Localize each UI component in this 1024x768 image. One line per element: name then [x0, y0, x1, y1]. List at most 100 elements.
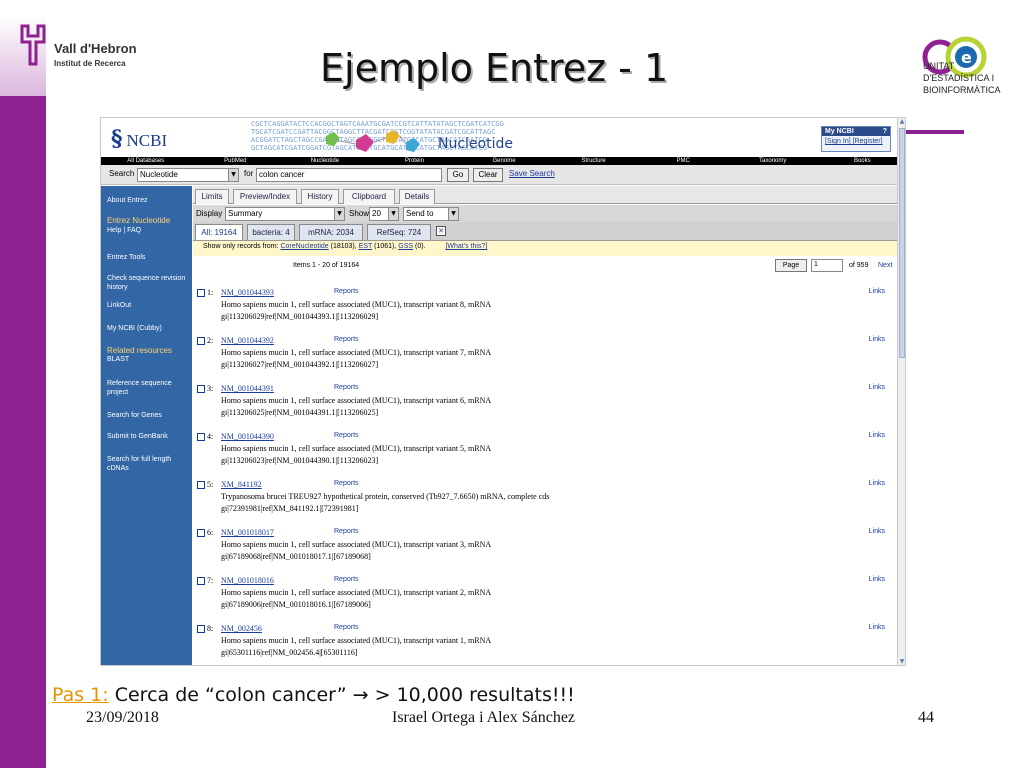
show-count-select[interactable]: 20 ▼ — [369, 207, 399, 221]
links-link[interactable]: Links — [869, 432, 885, 439]
sidebar-item-search-for-full-length-cdnas[interactable]: Search for full length cDNAs — [107, 455, 189, 473]
scroll-thumb[interactable] — [899, 128, 905, 358]
ncbi-sidebar: About Entrez Entrez Nucleotide Help | FAQ E… — [101, 186, 192, 665]
result-checkbox[interactable] — [197, 385, 205, 393]
tab-clipboard[interactable]: Clipboard — [343, 189, 395, 204]
tab-preview-index[interactable]: Preview/Index — [233, 189, 297, 204]
db-link-all-databases[interactable]: All Databases — [101, 157, 191, 165]
est-link[interactable]: EST — [359, 243, 373, 250]
result-checkbox[interactable] — [197, 625, 205, 633]
help-icon[interactable]: ? — [883, 128, 887, 135]
scrollbar[interactable]: ▲ ▼ — [897, 118, 905, 665]
tab-details[interactable]: Details — [399, 189, 435, 204]
database-select[interactable]: Nucleotide ▼ — [137, 168, 239, 182]
db-link-pubmed[interactable]: PubMed — [191, 157, 281, 165]
result-checkbox[interactable] — [197, 433, 205, 441]
reports-link[interactable]: Reports — [334, 480, 359, 487]
core-nucleotide-link[interactable]: CoreNucleotide — [280, 243, 328, 250]
page-button[interactable]: Page — [775, 259, 807, 272]
send-to-select[interactable]: Send to ▼ — [403, 207, 459, 221]
result-gi: gi|113206025|ref|NM_001044391.1|[1132060… — [221, 408, 379, 417]
sidebar-item-check-sequence-revision-history[interactable]: Check sequence revision history — [107, 274, 189, 292]
sidebar-item-entrez-nucleotide[interactable]: Entrez Nucleotide — [107, 216, 189, 225]
reports-link[interactable]: Reports — [334, 288, 359, 295]
tab-history[interactable]: History — [301, 189, 339, 204]
db-link-structure[interactable]: Structure — [549, 157, 639, 165]
db-link-protein[interactable]: Protein — [370, 157, 460, 165]
sidebar-item-linkout[interactable]: LinkOut — [107, 301, 189, 310]
result-tab-refseq[interactable]: RefSeq: 724 — [367, 224, 431, 240]
display-label: Display — [196, 209, 223, 218]
result-checkbox[interactable] — [197, 481, 205, 489]
scroll-down-icon[interactable]: ▼ — [898, 658, 905, 665]
result-tab-all[interactable]: All: 19164 — [195, 224, 243, 240]
links-link[interactable]: Links — [869, 576, 885, 583]
tab-limits[interactable]: Limits — [195, 189, 229, 204]
sidebar-item-about-entrez[interactable]: About Entrez — [107, 196, 189, 205]
sidebar-item-search-for-genes[interactable]: Search for Genes — [107, 411, 189, 420]
db-link-genome[interactable]: Genome — [459, 157, 549, 165]
links-link[interactable]: Links — [869, 528, 885, 535]
result-checkbox[interactable] — [197, 289, 205, 297]
db-link-books[interactable]: Books — [818, 157, 906, 165]
sidebar-item-my-ncbi-cubby[interactable]: My NCBI (Cubby) — [107, 324, 189, 333]
accession-link[interactable]: NM_001044393 — [221, 288, 274, 297]
caption-step: Pas 1: — [52, 684, 109, 706]
links-link[interactable]: Links — [869, 336, 885, 343]
links-link[interactable]: Links — [869, 480, 885, 487]
display-select[interactable]: Summary ▼ — [225, 207, 345, 221]
ncbi-logo[interactable]: § NCBI — [111, 126, 167, 152]
links-link[interactable]: Links — [869, 384, 885, 391]
reports-link[interactable]: Reports — [334, 336, 359, 343]
db-link-taxonomy[interactable]: Taxonomy — [728, 157, 818, 165]
accession-link[interactable]: XM_841192 — [221, 480, 262, 489]
accession-link[interactable]: NM_001018017 — [221, 528, 274, 537]
accession-link[interactable]: NM_001044392 — [221, 336, 274, 345]
links-link[interactable]: Links — [869, 624, 885, 631]
result-checkbox[interactable] — [197, 577, 205, 585]
reports-link[interactable]: Reports — [334, 384, 359, 391]
gss-count: (0). — [415, 243, 426, 250]
close-tab-icon[interactable]: ✕ — [436, 226, 446, 236]
reports-link[interactable]: Reports — [334, 432, 359, 439]
accession-link[interactable]: NM_001018016 — [221, 576, 274, 585]
reports-link[interactable]: Reports — [334, 528, 359, 535]
result-checkbox[interactable] — [197, 337, 205, 345]
show-count-value: 20 — [372, 209, 381, 218]
result-description: Homo sapiens mucin 1, cell surface assoc… — [221, 348, 492, 357]
page-number-input[interactable]: 1 — [811, 259, 843, 272]
sidebar-item-blast[interactable]: BLAST — [107, 355, 189, 364]
result-number: 1: — [207, 288, 214, 297]
result-row: 1: NM_001044393 Reports Links Homo sapiens m… — [193, 287, 897, 335]
slide-title: Ejemplo Entrez - 1 — [320, 46, 669, 90]
clear-button[interactable]: Clear — [473, 168, 503, 182]
result-row: 4: NM_001044390 Reports Links Homo sapiens m… — [193, 431, 897, 479]
go-button[interactable]: Go — [447, 168, 469, 182]
caption-text: Cerca de “colon cancer” → > 10,000 resul… — [108, 684, 575, 706]
sidebar-item-entrez-tools[interactable]: Entrez Tools — [107, 253, 189, 262]
footer-page-number: 44 — [918, 709, 934, 726]
sign-in-register-link[interactable]: [Sign In] [Register] — [822, 136, 890, 147]
sidebar-item-help-faq[interactable]: Help | FAQ — [107, 226, 189, 235]
sidebar-item-related-resources[interactable]: Related resources — [107, 346, 189, 355]
accession-link[interactable]: NM_001044391 — [221, 384, 274, 393]
sidebar-item-submit-to-genbank[interactable]: Submit to GenBank — [107, 432, 189, 441]
whats-this-link[interactable]: [What's this?] — [445, 243, 487, 250]
next-page-link[interactable]: Next — [878, 262, 892, 269]
scroll-up-icon[interactable]: ▲ — [898, 118, 905, 127]
db-link-pmc[interactable]: PMC — [638, 157, 728, 165]
db-link-nucleotide[interactable]: Nucleotide — [280, 157, 370, 165]
reports-link[interactable]: Reports — [334, 624, 359, 631]
gss-link[interactable]: GSS — [398, 243, 413, 250]
accession-link[interactable]: NM_001044390 — [221, 432, 274, 441]
links-link[interactable]: Links — [869, 288, 885, 295]
result-checkbox[interactable] — [197, 529, 205, 537]
reports-link[interactable]: Reports — [334, 576, 359, 583]
search-input[interactable]: colon cancer — [256, 168, 442, 182]
save-search-link[interactable]: Save Search — [509, 169, 555, 178]
chevron-down-icon: ▼ — [228, 169, 238, 181]
result-tab-mrna[interactable]: mRNA: 2034 — [299, 224, 363, 240]
sidebar-item-reference-sequence-project[interactable]: Reference sequence project — [107, 379, 189, 397]
accession-link[interactable]: NM_002456 — [221, 624, 262, 633]
result-tab-bacteria[interactable]: bacteria: 4 — [247, 224, 295, 240]
